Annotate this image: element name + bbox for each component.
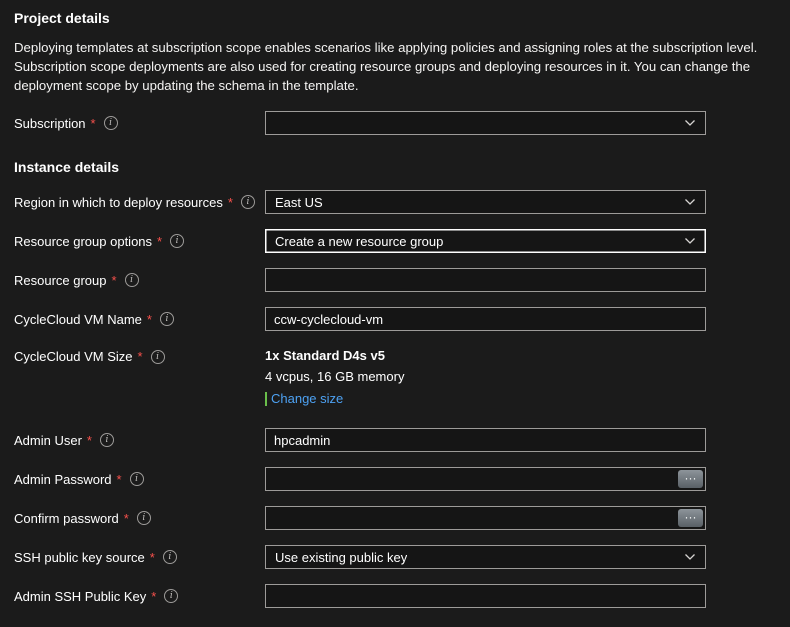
resource-group-options-control: Create a new resource group — [265, 229, 706, 253]
required-asterisk: * — [138, 349, 143, 364]
required-asterisk: * — [87, 433, 92, 448]
field-row-admin-user: Admin User * i — [14, 428, 776, 452]
info-icon[interactable]: i — [125, 273, 139, 287]
ssh-key-source-selected-value: Use existing public key — [275, 550, 407, 565]
ssh-key-source-dropdown[interactable]: Use existing public key — [265, 545, 706, 569]
chevron-down-icon — [684, 117, 696, 129]
info-icon[interactable]: i — [163, 550, 177, 564]
ssh-key-source-label: SSH public key source — [14, 550, 145, 565]
required-asterisk: * — [228, 195, 233, 210]
resource-group-options-label: Resource group options — [14, 234, 152, 249]
vm-size-selection: 1x Standard D4s v5 — [265, 348, 706, 363]
vm-name-input[interactable] — [265, 307, 706, 331]
info-icon[interactable]: i — [137, 511, 151, 525]
field-row-subscription: Subscription * i — [14, 111, 776, 135]
info-icon[interactable]: i — [164, 589, 178, 603]
chevron-down-icon — [684, 551, 696, 563]
admin-password-label-cell: Admin Password * i — [14, 472, 265, 487]
required-asterisk: * — [124, 511, 129, 526]
info-icon[interactable]: i — [170, 234, 184, 248]
ssh-key-source-control: Use existing public key — [265, 545, 706, 569]
required-asterisk: * — [112, 273, 117, 288]
chevron-down-icon — [684, 196, 696, 208]
info-icon[interactable]: i — [160, 312, 174, 326]
info-icon[interactable]: i — [241, 195, 255, 209]
region-selected-value: East US — [275, 195, 323, 210]
field-row-resource-group: Resource group * i — [14, 268, 776, 292]
resource-group-label: Resource group — [14, 273, 107, 288]
required-asterisk: * — [91, 116, 96, 131]
required-asterisk: * — [150, 550, 155, 565]
chevron-down-icon — [684, 235, 696, 247]
field-row-admin-password: Admin Password * i ··· — [14, 467, 776, 491]
region-dropdown[interactable]: East US — [265, 190, 706, 214]
subscription-control — [265, 111, 706, 135]
vm-size-label: CycleCloud VM Size — [14, 349, 133, 364]
vm-size-label-cell: CycleCloud VM Size * i — [14, 346, 265, 364]
admin-password-control: ··· — [265, 467, 706, 491]
admin-user-input[interactable] — [265, 428, 706, 452]
subscription-label: Subscription — [14, 116, 86, 131]
change-size-link[interactable]: Change size — [271, 391, 343, 406]
resource-group-options-selected-value: Create a new resource group — [275, 234, 443, 249]
confirm-password-input[interactable] — [265, 506, 706, 530]
field-row-resource-group-options: Resource group options * i Create a new … — [14, 229, 776, 253]
custom-deployment-form: Project details Deploying templates at s… — [0, 0, 790, 608]
ssh-key-source-label-cell: SSH public key source * i — [14, 550, 265, 565]
admin-user-control — [265, 428, 706, 452]
required-asterisk: * — [117, 472, 122, 487]
resource-group-options-dropdown[interactable]: Create a new resource group — [265, 229, 706, 253]
required-asterisk: * — [147, 312, 152, 327]
vm-name-label: CycleCloud VM Name — [14, 312, 142, 327]
admin-user-label: Admin User — [14, 433, 82, 448]
vm-size-specs: 4 vcpus, 16 GB memory — [265, 369, 706, 384]
password-reveal-button[interactable]: ··· — [678, 470, 703, 488]
project-details-description: Deploying templates at subscription scop… — [14, 38, 774, 95]
region-control: East US — [265, 190, 706, 214]
required-asterisk: * — [151, 589, 156, 604]
vm-size-link-row: Change size — [265, 391, 706, 406]
ssh-public-key-label: Admin SSH Public Key — [14, 589, 146, 604]
section-title-instance-details: Instance details — [14, 159, 776, 175]
field-row-confirm-password: Confirm password * i ··· — [14, 506, 776, 530]
vm-name-label-cell: CycleCloud VM Name * i — [14, 312, 265, 327]
section-title-project-details: Project details — [14, 10, 776, 26]
info-icon[interactable]: i — [151, 350, 165, 364]
admin-user-label-cell: Admin User * i — [14, 433, 265, 448]
cursor-bar — [265, 392, 267, 406]
region-label-cell: Region in which to deploy resources * i — [14, 195, 265, 210]
info-icon[interactable]: i — [100, 433, 114, 447]
resource-group-input[interactable] — [265, 268, 706, 292]
confirm-password-control: ··· — [265, 506, 706, 530]
required-asterisk: * — [157, 234, 162, 249]
admin-password-label: Admin Password — [14, 472, 112, 487]
ssh-public-key-label-cell: Admin SSH Public Key * i — [14, 589, 265, 604]
info-icon[interactable]: i — [104, 116, 118, 130]
resource-group-label-cell: Resource group * i — [14, 273, 265, 288]
confirm-password-label: Confirm password — [14, 511, 119, 526]
vm-name-control — [265, 307, 706, 331]
password-reveal-button[interactable]: ··· — [678, 509, 703, 527]
field-row-ssh-public-key: Admin SSH Public Key * i — [14, 584, 776, 608]
vm-size-display: 1x Standard D4s v5 4 vcpus, 16 GB memory… — [265, 346, 706, 406]
region-label: Region in which to deploy resources — [14, 195, 223, 210]
ssh-public-key-input[interactable] — [265, 584, 706, 608]
field-row-ssh-key-source: SSH public key source * i Use existing p… — [14, 545, 776, 569]
subscription-label-cell: Subscription * i — [14, 116, 265, 131]
field-row-region: Region in which to deploy resources * i … — [14, 190, 776, 214]
resource-group-options-label-cell: Resource group options * i — [14, 234, 265, 249]
confirm-password-label-cell: Confirm password * i — [14, 511, 265, 526]
field-row-vm-name: CycleCloud VM Name * i — [14, 307, 776, 331]
info-icon[interactable]: i — [130, 472, 144, 486]
resource-group-control — [265, 268, 706, 292]
subscription-dropdown[interactable] — [265, 111, 706, 135]
field-row-vm-size: CycleCloud VM Size * i 1x Standard D4s v… — [14, 346, 776, 406]
admin-password-input[interactable] — [265, 467, 706, 491]
ssh-public-key-control — [265, 584, 706, 608]
